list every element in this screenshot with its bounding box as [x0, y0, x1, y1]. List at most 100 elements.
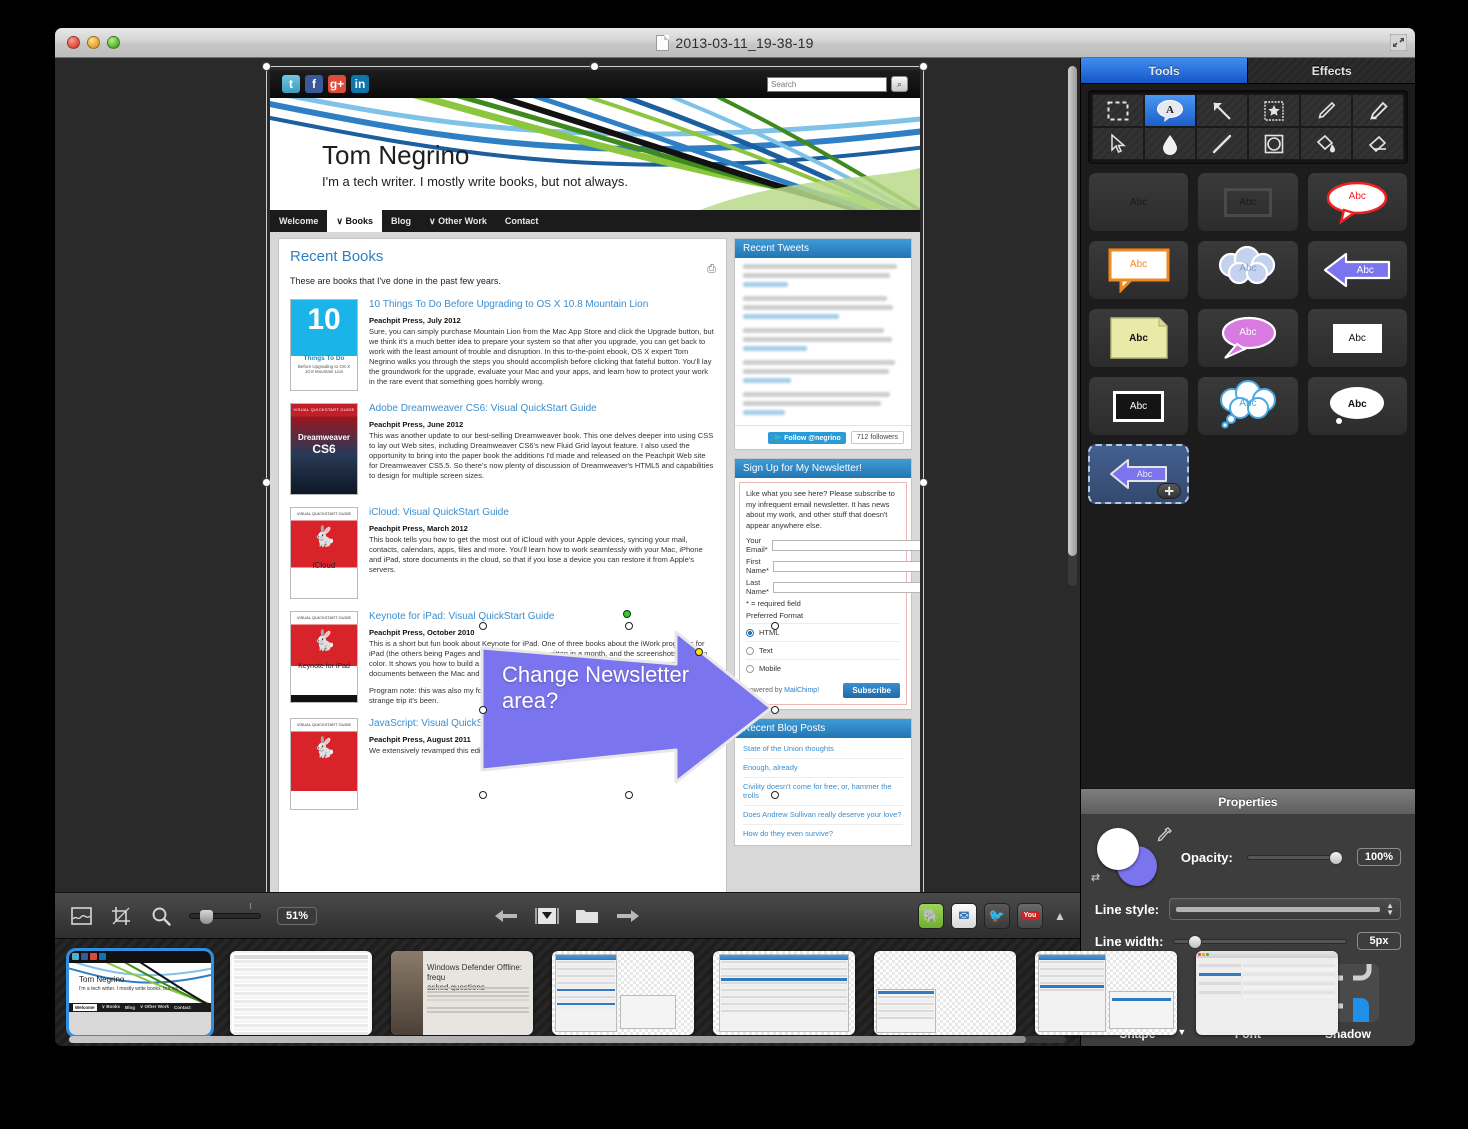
- nav-welcome[interactable]: Welcome: [270, 210, 327, 232]
- eyedropper-icon[interactable]: [1157, 826, 1173, 845]
- style-plain-text[interactable]: Abc: [1087, 172, 1190, 232]
- book-title[interactable]: iCloud: Visual QuickStart Guide: [369, 507, 715, 520]
- blog-post-link[interactable]: How do they even survive?: [743, 825, 903, 843]
- style-yellow-note[interactable]: Abc: [1087, 308, 1190, 368]
- blog-post-link[interactable]: State of the Union thoughts: [743, 740, 903, 759]
- foreground-color-swatch[interactable]: [1096, 828, 1139, 870]
- format-option-mobile[interactable]: Mobile: [746, 659, 900, 677]
- twitter-icon[interactable]: 🐦: [983, 902, 1010, 929]
- minimize-button[interactable]: [87, 36, 100, 49]
- format-option-html[interactable]: HTML: [746, 623, 900, 641]
- canvas-area[interactable]: t f g+ in Search ⌕ Tom Negrino I'm a tec…: [55, 58, 1080, 892]
- handle-top-right[interactable]: [919, 62, 928, 71]
- shape-tool[interactable]: [1247, 127, 1300, 160]
- zoom-value[interactable]: 51%: [277, 906, 318, 925]
- twitter-icon[interactable]: t: [282, 75, 300, 93]
- thumb-view-menu[interactable]: [1035, 950, 1177, 1035]
- handle-rotate[interactable]: [623, 610, 631, 618]
- fullscreen-icon[interactable]: [1389, 33, 1408, 52]
- style-blue-cloud[interactable]: Abc: [1197, 240, 1299, 300]
- thumb-bookmarks-list[interactable]: [874, 950, 1016, 1035]
- arrow-right-icon[interactable]: [615, 908, 641, 924]
- tab-tools[interactable]: Tools: [1080, 58, 1248, 84]
- site-search-input[interactable]: Search: [767, 76, 887, 92]
- book-title[interactable]: JavaScript: Visual QuickStart Guide, 8th…: [369, 718, 715, 731]
- tab-effects[interactable]: Effects: [1248, 58, 1415, 84]
- book-title[interactable]: 10 Things To Do Before Upgrading to OS X…: [369, 299, 715, 312]
- email-input[interactable]: [771, 539, 920, 551]
- opacity-slider-knob[interactable]: [1328, 850, 1343, 865]
- mail-icon[interactable]: ✉: [950, 902, 977, 929]
- eraser-tool[interactable]: [1351, 127, 1404, 160]
- first-name-input[interactable]: [772, 560, 920, 572]
- style-add-new[interactable]: Abc ✛: [1087, 444, 1190, 504]
- handle-top-left[interactable]: [479, 622, 487, 630]
- filmstrip[interactable]: Tom Negrino I'm a tech writer. I mostly …: [55, 938, 1338, 1046]
- blur-tool[interactable]: [1143, 127, 1196, 160]
- linkedin-icon[interactable]: in: [351, 75, 369, 93]
- nav-contact[interactable]: Contact: [496, 210, 548, 232]
- thumb-windows-defender[interactable]: Windows Defender Offline: frequasked que…: [391, 950, 533, 1035]
- magnifier-icon[interactable]: [149, 904, 173, 928]
- filmstrip-scrollbar[interactable]: [69, 1036, 1066, 1043]
- folder-icon[interactable]: [575, 907, 599, 924]
- line-tool[interactable]: [1195, 127, 1248, 160]
- line-style-select[interactable]: ▲ ▼: [1169, 898, 1401, 920]
- nav-other-work[interactable]: ∨ Other Work: [420, 210, 496, 232]
- blog-post-link[interactable]: Enough, already: [743, 759, 903, 778]
- handle-mid-right[interactable]: [771, 706, 779, 714]
- subscribe-button[interactable]: Subscribe: [843, 683, 900, 698]
- blog-post-link[interactable]: Civility doesn't come for free; or, hamm…: [743, 778, 903, 806]
- radio-html-icon[interactable]: [746, 628, 754, 637]
- googleplus-icon[interactable]: g+: [328, 75, 346, 93]
- facebook-icon[interactable]: f: [305, 75, 323, 93]
- handle-bottom-center[interactable]: [625, 791, 633, 799]
- style-white-ellipse[interactable]: Abc: [1306, 376, 1408, 436]
- style-magenta-bubble[interactable]: Abc: [1197, 308, 1299, 368]
- return-link[interactable]: ↑ Return to Books: [287, 239, 347, 240]
- opacity-value[interactable]: 100%: [1356, 848, 1401, 866]
- close-button[interactable]: [67, 36, 80, 49]
- style-white-box[interactable]: Abc: [1306, 308, 1408, 368]
- color-swatches[interactable]: ⇄: [1091, 826, 1172, 888]
- nav-books[interactable]: ∨ Books: [327, 210, 382, 232]
- handle-bottom-right[interactable]: [771, 791, 779, 799]
- arrow-tool[interactable]: [1195, 94, 1248, 127]
- zoom-slider-knob[interactable]: [200, 909, 213, 924]
- zoom-button[interactable]: [107, 36, 120, 49]
- canvas-scrollbar[interactable]: [1067, 66, 1077, 586]
- radio-mobile-icon[interactable]: [746, 664, 754, 673]
- highlighter-tool[interactable]: [1351, 94, 1404, 127]
- printer-icon[interactable]: ⎙: [707, 263, 716, 276]
- thumb-bookmarks-menu[interactable]: [713, 950, 855, 1035]
- handle-top-right[interactable]: [771, 622, 779, 630]
- blog-post-link[interactable]: Does Andrew Sullivan really deserve your…: [743, 806, 903, 825]
- youtube-icon[interactable]: You: [1016, 902, 1043, 929]
- thumb-message-menu[interactable]: [552, 950, 694, 1035]
- paint-bucket-tool[interactable]: [1299, 127, 1352, 160]
- style-black-box[interactable]: Abc: [1087, 376, 1190, 436]
- style-thought-cloud[interactable]: Abc: [1197, 376, 1299, 436]
- opacity-slider[interactable]: [1246, 850, 1343, 865]
- radio-text-icon[interactable]: [746, 646, 754, 655]
- thumb-keyboard-prefs[interactable]: [1196, 950, 1338, 1035]
- chevron-down-icon[interactable]: ▼: [1177, 1027, 1186, 1037]
- search-icon[interactable]: ⌕: [891, 76, 908, 92]
- edited-screenshot[interactable]: t f g+ in Search ⌕ Tom Negrino I'm a tec…: [270, 70, 920, 892]
- last-name-input[interactable]: [772, 581, 920, 593]
- pointer-tool[interactable]: [1091, 127, 1144, 160]
- style-purple-arrow[interactable]: Abc: [1306, 240, 1408, 300]
- style-boxed-text[interactable]: Abc: [1197, 172, 1299, 232]
- text-callout-tool[interactable]: A: [1143, 94, 1196, 127]
- handle-top-center[interactable]: [625, 622, 633, 630]
- line-width-slider-knob[interactable]: [1188, 934, 1203, 949]
- thumb-tom-negrino-site[interactable]: Tom Negrino I'm a tech writer. I mostly …: [66, 947, 214, 1038]
- evernote-icon[interactable]: 🐘: [917, 902, 944, 929]
- drag-me-icon[interactable]: [535, 907, 560, 925]
- handle-mid-left[interactable]: [479, 706, 487, 714]
- add-icon[interactable]: ✛: [1157, 483, 1182, 499]
- zoom-slider[interactable]: [189, 902, 261, 924]
- line-width-slider[interactable]: [1173, 934, 1347, 949]
- crop-icon[interactable]: [109, 904, 133, 928]
- chevron-updown-icon[interactable]: ▲ ▼: [1386, 902, 1394, 917]
